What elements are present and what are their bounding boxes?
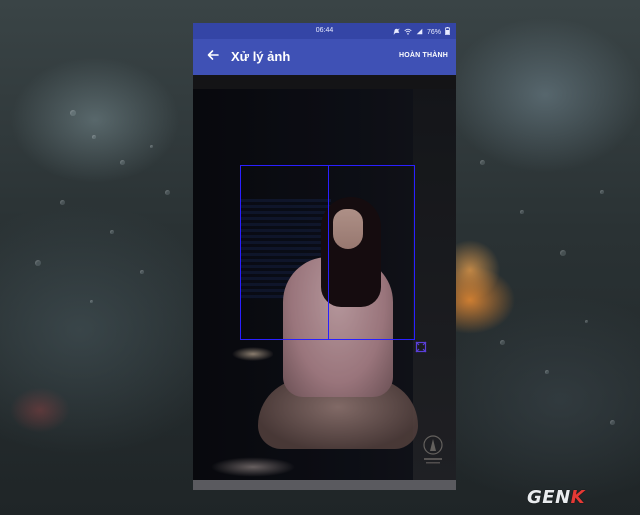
wifi-icon [404, 28, 412, 37]
silent-icon [393, 27, 400, 37]
signal-icon [416, 28, 423, 37]
image-editor-canvas [193, 75, 456, 480]
battery-icon [445, 27, 450, 37]
status-icons: 76% [393, 27, 450, 37]
done-button[interactable]: HOÀN THÀNH [399, 52, 448, 59]
back-button[interactable] [202, 46, 224, 68]
resize-corner-icon[interactable] [415, 340, 427, 353]
page-title: Xử lý ảnh [231, 49, 291, 64]
genk-logo: GENK [527, 487, 627, 509]
app-bar: Xử lý ảnh HOÀN THÀNH [193, 39, 456, 75]
arrow-left-icon [207, 48, 219, 66]
battery-label: 76% [426, 28, 441, 36]
crop-guide-line [328, 166, 329, 339]
logo-text-main: GEN [527, 487, 571, 508]
watermark-icon [420, 434, 446, 470]
logo-text-accent: K [570, 487, 586, 508]
crop-frame[interactable] [240, 165, 415, 340]
bottom-bar [193, 480, 456, 490]
status-bar: 06:44 76% [193, 23, 456, 39]
phone-screen: 06:44 76% Xử lý ảnh HOÀN THÀNH [193, 23, 456, 490]
